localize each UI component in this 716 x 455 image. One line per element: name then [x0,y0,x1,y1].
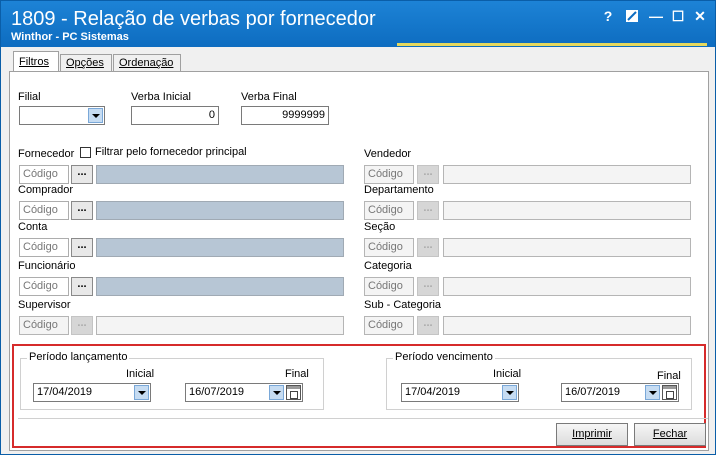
help-icon[interactable]: ? [599,7,617,25]
title-bar[interactable]: 1809 - Relação de verbas por fornecedor … [1,1,715,47]
report-window: 1809 - Relação de verbas por fornecedor … [0,0,716,455]
window-subtitle: Winthor - PC Sistemas [11,31,129,43]
fornecedor-principal-checkbox[interactable] [80,147,91,158]
categoria-code-input[interactable]: Código [364,277,414,296]
window-title: 1809 - Relação de verbas por fornecedor [11,8,376,30]
chevron-down-icon[interactable] [88,108,103,123]
supervisor-code-input[interactable]: Código [19,316,69,335]
minimize-icon[interactable]: — [647,7,665,25]
close-icon[interactable]: ✕ [691,7,709,25]
conta-label: Conta [18,221,48,233]
supervisor-search-button[interactable]: ... [71,316,93,335]
calendar-icon[interactable] [662,385,677,400]
conta-name-field [96,238,344,257]
fornecedor-search-button[interactable]: ... [71,165,93,184]
filial-label: Filial [18,91,41,103]
comprador-name-field [96,201,344,220]
supervisor-name-field [96,316,344,335]
fechar-button[interactable]: Fechar [634,423,706,446]
subcategoria-label: Sub - Categoria [364,299,442,311]
vendedor-label: Vendedor [364,148,412,160]
verba-inicial-label: Verba Inicial [131,91,191,103]
tab-filtros[interactable]: Filtros [13,51,59,72]
periodo-vencimento-title: Período vencimento [393,351,495,363]
supervisor-label: Supervisor [18,299,71,311]
vencimento-inicial-label: Inicial [493,368,522,380]
categoria-label: Categoria [364,260,412,272]
button-separator [18,418,708,419]
calendar-icon[interactable] [286,385,301,400]
vencimento-final-label: Final [657,370,681,382]
subcategoria-name-field [443,316,691,335]
verba-inicial-input[interactable]: 0 [131,106,219,125]
periodo-vencimento-group: Período vencimento Inicial Final 17/04/2… [386,351,692,410]
imprimir-button[interactable]: Imprimir [556,423,628,446]
vencimento-inicial-date[interactable]: 17/04/2019 [401,383,519,402]
fornecedor-label: Fornecedor [18,148,75,160]
lancamento-final-label: Final [285,368,309,380]
lancamento-inicial-label: Inicial [126,368,155,380]
periodo-lancamento-group: Período lançamento Inicial Final 17/04/2… [20,351,324,410]
departamento-search-button[interactable]: ... [417,201,439,220]
funcionario-code-input[interactable]: Código [19,277,69,296]
conta-search-button[interactable]: ... [71,238,93,257]
highlight-frame: Período lançamento Inicial Final 17/04/2… [12,344,708,448]
departamento-label: Departamento [364,184,434,196]
categoria-search-button[interactable]: ... [417,277,439,296]
lancamento-final-date[interactable]: 16/07/2019 [185,383,303,402]
tab-ordenacao[interactable]: Ordenação [113,54,181,71]
funcionario-label: Funcionário [18,260,76,272]
lancamento-inicial-date[interactable]: 17/04/2019 [33,383,151,402]
comprador-search-button[interactable]: ... [71,201,93,220]
secao-name-field [443,238,691,257]
secao-search-button[interactable]: ... [417,238,439,257]
fornecedor-name-field [96,165,344,184]
subcategoria-code-input[interactable]: Código [364,316,414,335]
periodo-lancamento-title: Período lançamento [27,351,130,363]
filial-select[interactable] [19,106,105,125]
secao-label: Seção [364,221,396,233]
verba-final-input[interactable]: 9999999 [241,106,329,125]
comprador-code-input[interactable]: Código [19,201,69,220]
chevron-down-icon[interactable] [134,385,149,400]
vendedor-name-field [443,165,691,184]
departamento-code-input[interactable]: Código [364,201,414,220]
departamento-name-field [443,201,691,220]
maximize-icon[interactable]: ☐ [669,7,687,25]
categoria-name-field [443,277,691,296]
chevron-down-icon[interactable] [502,385,517,400]
filters-panel: Filial Verba Inicial 0 Verba Final 99999… [9,71,709,451]
vendedor-search-button[interactable]: ... [417,165,439,184]
tab-opcoes[interactable]: Opções [60,54,112,71]
chevron-down-icon[interactable] [269,385,284,400]
subcategoria-search-button[interactable]: ... [417,316,439,335]
fornecedor-code-input[interactable]: Código [19,165,69,184]
restore-icon[interactable] [623,7,641,25]
fornecedor-principal-label: Filtrar pelo fornecedor principal [95,146,247,158]
chevron-down-icon[interactable] [645,385,660,400]
funcionario-name-field [96,277,344,296]
verba-final-label: Verba Final [241,91,297,103]
title-accent-bar [397,43,707,46]
secao-code-input[interactable]: Código [364,238,414,257]
conta-code-input[interactable]: Código [19,238,69,257]
vendedor-code-input[interactable]: Código [364,165,414,184]
funcionario-search-button[interactable]: ... [71,277,93,296]
vencimento-final-date[interactable]: 16/07/2019 [561,383,679,402]
comprador-label: Comprador [18,184,74,196]
